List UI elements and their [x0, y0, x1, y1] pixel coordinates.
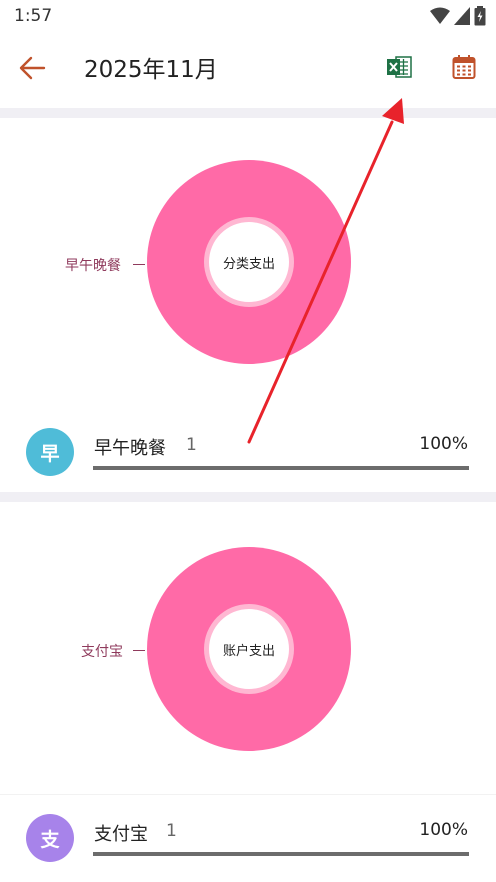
app-bar: 2025年11月: [0, 34, 496, 108]
excel-icon: [387, 56, 412, 78]
donut-slice-label: 早午晚餐: [65, 258, 121, 274]
export-excel-button[interactable]: [386, 54, 412, 80]
battery-icon: [474, 6, 486, 26]
signal-icon: [454, 7, 470, 25]
category-list-item[interactable]: 早 早午晚餐 1 100%: [0, 422, 496, 482]
category-progress-fill: [93, 466, 469, 470]
category-donut-chart[interactable]: 分类支出: [147, 160, 351, 364]
status-bar: 1:57: [0, 0, 496, 34]
account-list-item[interactable]: 支 支付宝 1 100%: [0, 808, 496, 868]
section-divider: [0, 492, 496, 502]
donut-leader-line: [133, 650, 145, 651]
account-progress-bar: [93, 852, 469, 856]
page-title: 2025年11月: [84, 57, 218, 83]
back-button[interactable]: [16, 52, 48, 84]
status-time: 1:57: [14, 6, 53, 26]
arrow-left-icon: [19, 56, 46, 80]
category-percent: 100%: [419, 434, 468, 454]
account-name: 支付宝: [94, 824, 148, 845]
section-divider: [0, 108, 496, 118]
account-count: 1: [166, 821, 177, 841]
wifi-icon: [430, 7, 450, 24]
account-progress-fill: [93, 852, 469, 856]
category-progress-bar: [93, 466, 469, 470]
account-donut-chart[interactable]: 账户支出: [147, 547, 351, 751]
category-count: 1: [186, 435, 197, 455]
row-separator: [0, 794, 496, 795]
donut-center-label: 分类支出: [209, 222, 289, 302]
donut-center-label: 账户支出: [209, 609, 289, 689]
account-avatar: 支: [26, 814, 74, 862]
status-icons: [430, 6, 486, 26]
calendar-button[interactable]: [452, 54, 476, 80]
account-percent: 100%: [419, 820, 468, 840]
category-expense-card: 分类支出 早午晚餐 早 早午晚餐 1 100%: [0, 118, 496, 492]
category-avatar: 早: [26, 428, 74, 476]
donut-slice-label: 支付宝: [81, 644, 123, 660]
account-expense-card: 账户支出 支付宝 支 支付宝 1 100%: [0, 502, 496, 882]
category-name: 早午晚餐: [94, 438, 166, 459]
donut-leader-line: [133, 264, 145, 265]
calendar-icon: [452, 55, 476, 79]
